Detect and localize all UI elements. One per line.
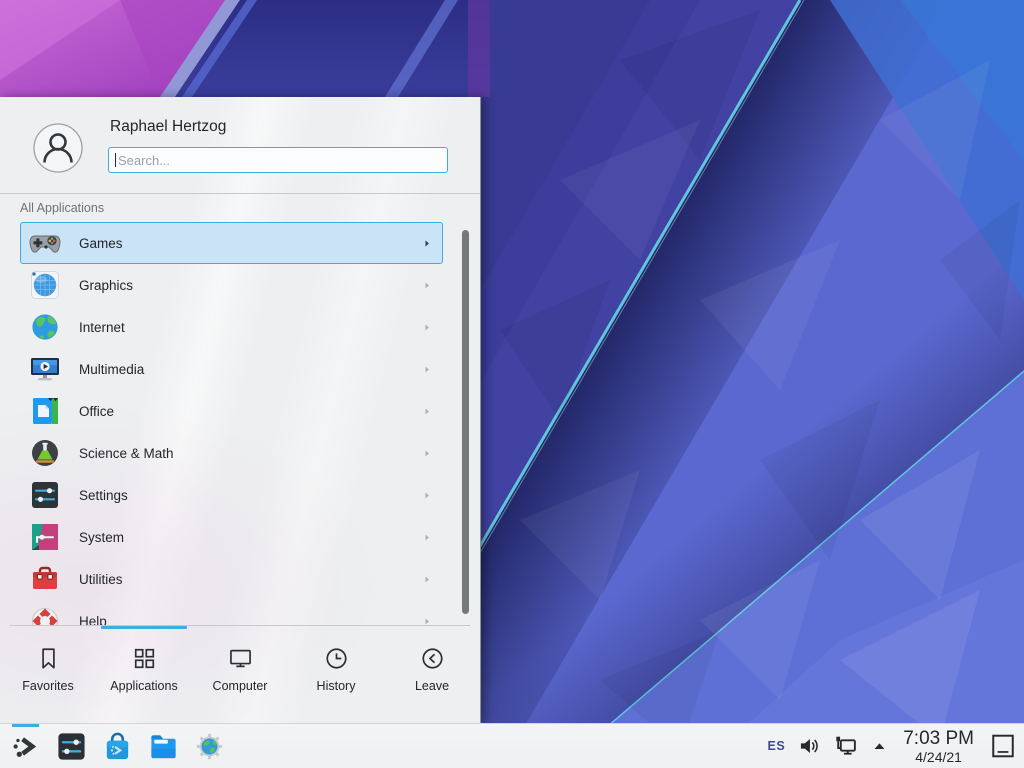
category-settings[interactable]: Settings: [20, 474, 443, 516]
office-icon: [29, 395, 61, 427]
applications-icon: [131, 645, 158, 672]
tab-label: Applications: [110, 679, 177, 693]
system-settings-button[interactable]: [53, 724, 90, 768]
category-system[interactable]: System: [20, 516, 443, 558]
multimedia-icon: [29, 353, 61, 385]
category-label: Help: [79, 614, 107, 626]
arrow-right-icon: [422, 238, 432, 249]
kickoff-icon: [10, 731, 41, 762]
category-label: Multimedia: [79, 362, 144, 377]
help-icon: [29, 605, 61, 625]
user-avatar[interactable]: [33, 123, 83, 173]
category-label: Utilities: [79, 572, 123, 587]
science-icon: [29, 437, 61, 469]
favorites-icon: [35, 645, 62, 672]
taskbar: ES 7:03 PM 4/24/21: [0, 723, 1024, 768]
header-separator: [0, 193, 480, 194]
search-field: [108, 147, 448, 173]
tab-applications[interactable]: Applications: [96, 639, 192, 693]
expand-tray-icon: [871, 738, 888, 755]
arrow-right-icon: [422, 574, 432, 585]
category-multimedia[interactable]: Multimedia: [20, 348, 443, 390]
kickoff-launcher-button[interactable]: [7, 724, 44, 768]
category-utilities[interactable]: Utilities: [20, 558, 443, 600]
systemsettings-icon: [56, 731, 87, 762]
arrow-right-icon: [422, 490, 432, 501]
arrow-right-icon: [422, 322, 432, 333]
expand-tray-tray-item[interactable]: [871, 738, 888, 755]
category-internet[interactable]: Internet: [20, 306, 443, 348]
category-label: System: [79, 530, 124, 545]
arrow-right-icon: [422, 406, 432, 417]
volume-icon: [798, 735, 820, 757]
application-launcher: Raphael Hertzog All Applications Games Gr…: [0, 97, 481, 723]
search-input[interactable]: [108, 147, 448, 173]
category-label: Settings: [79, 488, 128, 503]
launcher-tab-bar: Favorites Applications Computer History Leav…: [0, 625, 480, 723]
section-label: All Applications: [20, 201, 104, 215]
show-desktop-icon: [990, 733, 1016, 759]
konqueror-icon: [194, 731, 225, 762]
clock-time: 7:03 PM: [903, 729, 974, 748]
category-graphics[interactable]: Graphics: [20, 264, 443, 306]
network-tray-item[interactable]: [833, 734, 858, 759]
tabbar-separator: [10, 625, 470, 626]
category-office[interactable]: Office: [20, 390, 443, 432]
games-icon: [29, 227, 61, 259]
tab-computer[interactable]: Computer: [192, 639, 288, 693]
arrow-right-icon: [422, 532, 432, 543]
category-label: Graphics: [79, 278, 133, 293]
internet-icon: [29, 311, 61, 343]
category-label: Office: [79, 404, 114, 419]
category-help[interactable]: Help: [20, 600, 443, 625]
category-science-math[interactable]: Science & Math: [20, 432, 443, 474]
digital-clock[interactable]: 7:03 PM 4/24/21: [903, 729, 974, 764]
category-games[interactable]: Games: [20, 222, 443, 264]
arrow-right-icon: [422, 280, 432, 291]
taskbar-apps: [0, 724, 228, 768]
keyboard-layout-indicator[interactable]: ES: [768, 739, 786, 753]
category-label: Science & Math: [79, 446, 174, 461]
volume-tray-item[interactable]: [798, 735, 820, 757]
tab-label: Favorites: [22, 679, 73, 693]
dolphin-icon: [148, 731, 179, 762]
arrow-right-icon: [422, 364, 432, 375]
settings-icon: [29, 479, 61, 511]
category-label: Internet: [79, 320, 125, 335]
network-icon: [833, 734, 858, 759]
category-list: Games Graphics Internet Multimedia Office Sci…: [0, 222, 480, 625]
computer-icon: [227, 645, 254, 672]
launcher-header: Raphael Hertzog: [0, 97, 480, 193]
graphics-icon: [29, 269, 61, 301]
discover-button[interactable]: [99, 724, 136, 768]
arrow-right-icon: [422, 448, 432, 459]
utilities-icon: [29, 563, 61, 595]
discover-icon: [102, 731, 133, 762]
active-tab-indicator: [101, 626, 187, 629]
konqueror-button[interactable]: [191, 724, 228, 768]
tab-label: History: [317, 679, 356, 693]
tabs: Favorites Applications Computer History Leav…: [0, 639, 480, 693]
clock-date: 4/24/21: [903, 750, 974, 764]
tab-label: Computer: [213, 679, 268, 693]
arrow-right-icon: [422, 616, 432, 626]
desktop: Raphael Hertzog All Applications Games Gr…: [0, 0, 1024, 768]
tab-favorites[interactable]: Favorites: [0, 639, 96, 693]
dolphin-button[interactable]: [145, 724, 182, 768]
show-desktop-button[interactable]: [989, 731, 1017, 761]
scrollbar[interactable]: [462, 230, 469, 614]
user-name: Raphael Hertzog: [110, 118, 226, 136]
tab-leave[interactable]: Leave: [384, 639, 480, 693]
category-label: Games: [79, 236, 123, 251]
tab-label: Leave: [415, 679, 449, 693]
text-caret: [115, 153, 116, 167]
system-icon: [29, 521, 61, 553]
tray-icons: [798, 734, 888, 759]
system-tray: ES 7:03 PM 4/24/21: [768, 729, 1024, 764]
history-icon: [323, 645, 350, 672]
leave-icon: [419, 645, 446, 672]
tab-history[interactable]: History: [288, 639, 384, 693]
